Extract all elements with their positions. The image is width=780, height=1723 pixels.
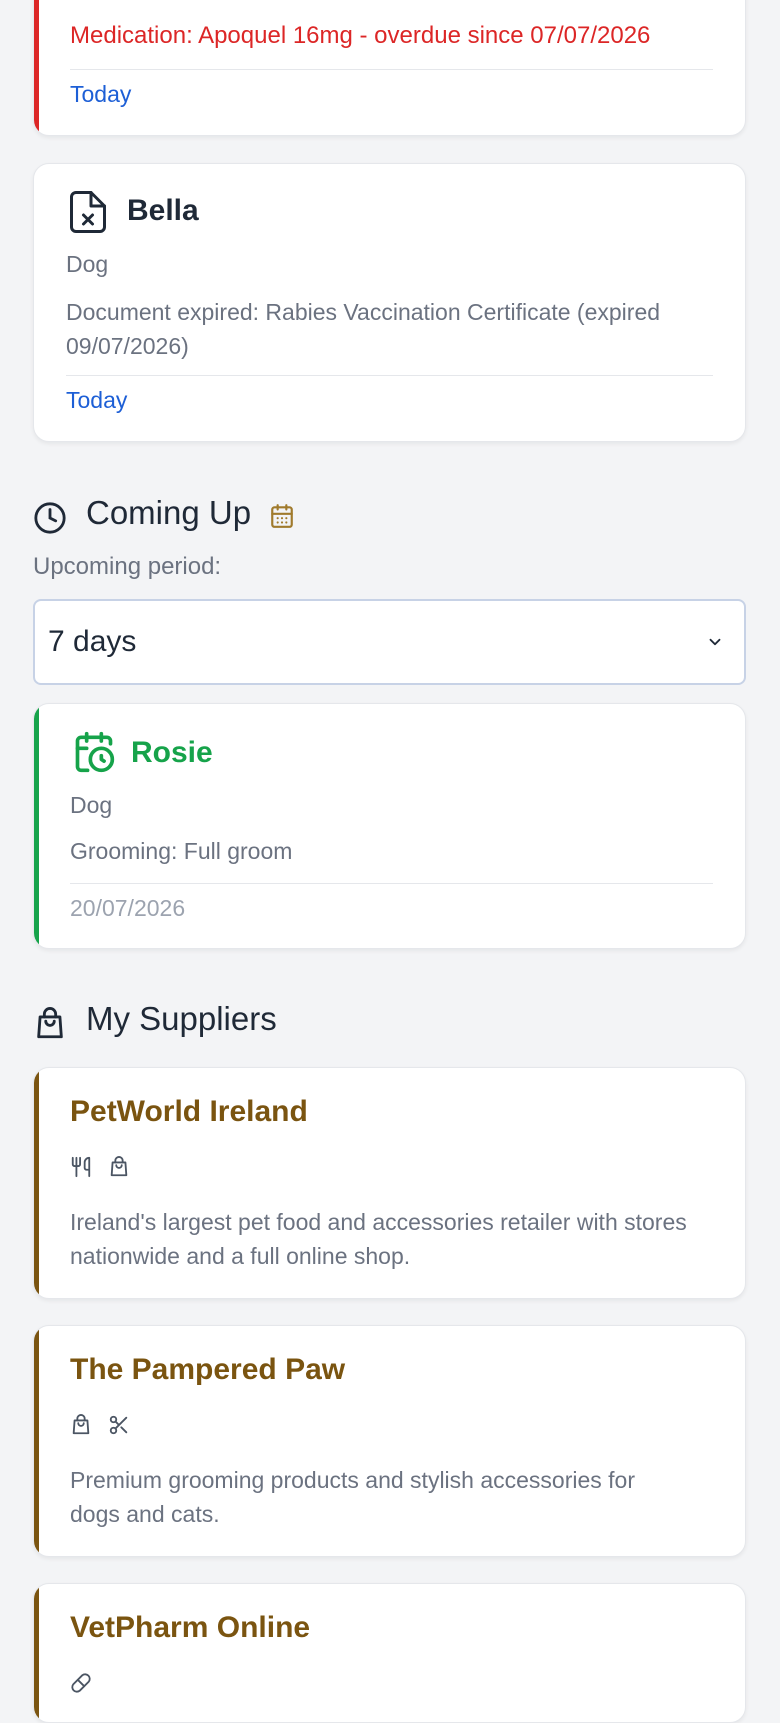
expired-document-card[interactable]: Bella Dog Document expired: Rabies Vacci…: [33, 163, 746, 442]
supplier-card[interactable]: The Pampered Paw Premium grooming produc…: [33, 1325, 746, 1557]
section-title-coming-up: Coming Up: [86, 494, 252, 531]
supplier-name: VetPharm Online: [70, 1611, 311, 1644]
pill-icon: [71, 1673, 91, 1693]
calendar-icon[interactable]: [269, 503, 295, 529]
supplier-name: The Pampered Paw: [70, 1353, 346, 1386]
utensils-icon: [71, 1156, 91, 1178]
event-date: 20/07/2026: [70, 895, 186, 921]
shopping-bag-icon: [110, 1156, 128, 1177]
pet-name: Bella: [127, 194, 199, 227]
supplier-card[interactable]: PetWorld Ireland Ireland's largest pet f…: [33, 1067, 746, 1299]
clock-icon: [34, 502, 66, 534]
overdue-date-link[interactable]: Today: [70, 81, 131, 108]
scissors-icon: [109, 1415, 128, 1435]
upcoming-period-label: Upcoming period:: [33, 553, 222, 580]
chevron-down-icon: [709, 638, 721, 646]
pet-species: Dog: [70, 792, 113, 818]
pet-species: Dog: [66, 251, 109, 277]
divider: [70, 69, 713, 70]
event-description: Grooming: Full groom: [70, 838, 293, 864]
supplier-description: Premium grooming products and stylish ac…: [70, 1467, 636, 1527]
divider: [66, 375, 713, 376]
pet-name: Rosie: [131, 736, 213, 769]
supplier-description: Ireland's largest pet food and accessori…: [70, 1209, 687, 1269]
upcoming-period-value: 7 days: [48, 625, 137, 658]
shopping-bag-icon: [37, 1007, 63, 1039]
supplier-name: PetWorld Ireland: [70, 1095, 308, 1128]
shopping-bag-icon: [72, 1414, 90, 1435]
file-x-icon: [70, 191, 106, 233]
divider: [70, 883, 713, 884]
supplier-card[interactable]: VetPharm Online: [33, 1583, 746, 1723]
expired-date-link[interactable]: Today: [66, 387, 127, 414]
upcoming-period-select[interactable]: 7 days: [33, 599, 746, 685]
overdue-alert-card[interactable]: Medication: Apoquel 16mg - overdue since…: [33, 0, 746, 136]
calendar-clock-icon: [75, 731, 115, 773]
section-title-my-suppliers: My Suppliers: [86, 1000, 277, 1037]
expired-message: Document expired: Rabies Vaccination Cer…: [66, 299, 661, 359]
upcoming-event-card[interactable]: Rosie Dog Grooming: Full groom 20/07/202…: [33, 703, 746, 949]
overdue-message: Medication: Apoquel 16mg - overdue since…: [70, 22, 651, 49]
